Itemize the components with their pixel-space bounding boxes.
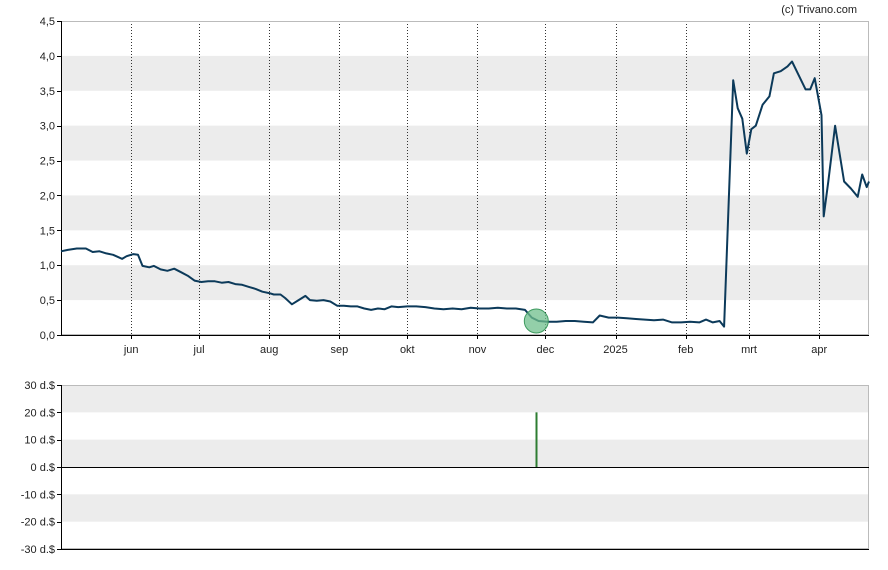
- price-y-axis: 0,0 0,5 1,0 1,5 2,0 2,5 3,0 3,5 4,0 4,5: [40, 16, 61, 342]
- dividend-y-tick-label: -30 d.$: [21, 544, 55, 556]
- dividend-band: [61, 439, 869, 467]
- dividend-marker: [523, 308, 549, 334]
- price-x-tick-label: aug: [260, 344, 278, 356]
- price-x-tick-label: 2025: [603, 344, 627, 356]
- price-x-tick-label: sep: [331, 344, 349, 356]
- price-x-tick-label: jul: [193, 344, 205, 356]
- dividend-y-tick-label: -10 d.$: [21, 489, 55, 501]
- price-y-tick-label: 3,0: [40, 121, 55, 133]
- dividend-y-tick-label: 10 d.$: [24, 435, 55, 447]
- dividend-y-tick-label: 0 d.$: [31, 462, 55, 474]
- price-x-tick-label: okt: [400, 344, 415, 356]
- price-y-tick-label: 4,0: [40, 51, 55, 63]
- price-y-tick-label: 2,5: [40, 156, 55, 168]
- dividend-grid-bands: [61, 385, 869, 522]
- price-y-tick-label: 1,5: [40, 225, 55, 237]
- price-x-axis: jun jul aug sep okt nov dec 2025 feb mrt apr: [123, 335, 827, 356]
- price-y-tick-label: 2,0: [40, 190, 55, 202]
- price-x-tick-label: apr: [811, 344, 827, 356]
- price-y-tick-label: 0,0: [40, 330, 55, 342]
- chart-root: 0,0 0,5 1,0 1,5 2,0 2,5 3,0 3,5 4,0 4,5 jun jul aug…: [0, 0, 888, 565]
- dividend-y-tick-label: -20 d.$: [21, 517, 55, 529]
- price-y-tick-label: 3,5: [40, 86, 55, 98]
- price-x-tick-label: dec: [536, 344, 554, 356]
- price-y-tick-label: 4,5: [40, 16, 55, 28]
- dividend-band: [61, 494, 869, 522]
- dividend-y-tick-label: 30 d.$: [24, 380, 55, 392]
- price-grid-bands: [61, 55, 869, 301]
- price-marker-group: [523, 308, 549, 334]
- price-x-tick-label: feb: [678, 344, 693, 356]
- price-band: [61, 195, 869, 231]
- price-y-tick-label: 0,5: [40, 295, 55, 307]
- price-x-tick-label: mrt: [741, 344, 757, 356]
- price-x-tick-label: nov: [469, 344, 487, 356]
- price-band: [61, 55, 869, 91]
- dividend-band: [61, 385, 869, 413]
- dividend-y-tick-label: 20 d.$: [24, 407, 55, 419]
- stock-chart: 0,0 0,5 1,0 1,5 2,0 2,5 3,0 3,5 4,0 4,5 jun jul aug…: [21, 4, 870, 556]
- price-band: [61, 265, 869, 301]
- price-x-tick-label: jun: [123, 344, 139, 356]
- price-y-tick-label: 1,0: [40, 260, 55, 272]
- dividend-y-axis: 30 d.$ 20 d.$ 10 d.$ 0 d.$ -10 d.$ -20 d.$ -30…: [21, 380, 61, 556]
- credit-text: (c) Trivano.com: [781, 4, 857, 16]
